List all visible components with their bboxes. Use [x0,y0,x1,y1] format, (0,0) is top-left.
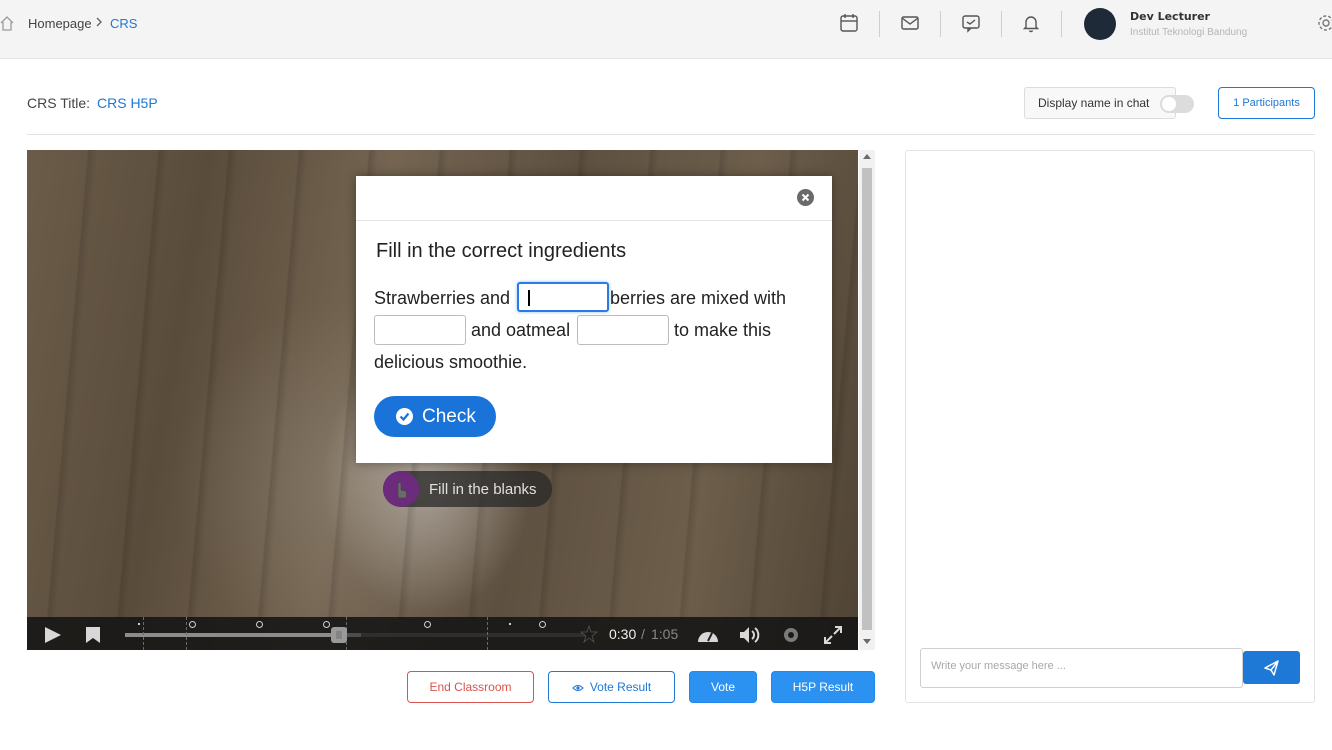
sentence-part: Strawberries and [374,288,511,308]
participants-button[interactable]: 1 Participants [1218,87,1315,119]
send-button[interactable] [1243,651,1300,684]
scroll-thumb[interactable] [862,168,872,630]
end-classroom-label: End Classroom [429,680,512,694]
close-icon[interactable] [797,189,814,206]
chat-placeholder: Write your message here ... [931,660,1066,672]
chat-panel [905,150,1315,703]
dialog-header [356,176,832,221]
h5p-result-button[interactable]: H5P Result [771,671,875,703]
display-name-toggle-box: Display name in chat [1024,87,1194,119]
chat-message-input[interactable]: Write your message here ... [920,648,1243,688]
display-name-toggle[interactable] [1160,95,1194,113]
fullscreen-icon[interactable] [823,625,843,645]
toggle-knob [1162,97,1176,111]
sentence-part: and oatmeal [471,320,571,340]
hand-pointer-icon [397,482,407,499]
blank-input-2[interactable] [374,315,466,345]
settings-icon[interactable] [781,625,801,645]
progress-fill [125,633,339,637]
interaction-marker[interactable] [256,621,263,628]
sentence-part: to make this [674,320,772,340]
divider [27,134,1315,135]
user-organization: Institut Teknologi Bandung [1130,27,1248,38]
display-name-label: Display name in chat [1038,96,1150,110]
end-classroom-button[interactable]: End Classroom [407,671,534,703]
sentence-part: delicious smoothie. [374,352,528,372]
chat-icon[interactable] [960,12,982,34]
vote-button[interactable]: Vote [689,671,757,703]
user-name: Dev Lecturer [1130,10,1210,23]
check-button-label: Check [422,406,476,427]
interaction-marker[interactable] [189,621,196,628]
send-icon [1264,660,1279,676]
interaction-marker[interactable] [424,621,431,628]
star-icon[interactable] [580,625,598,643]
home-icon[interactable] [0,15,14,31]
interaction-marker[interactable] [539,621,546,628]
h5p-result-label: H5P Result [792,680,854,694]
time-separator: / [641,626,645,642]
divider [1001,11,1002,37]
breadcrumb-current[interactable]: CRS [110,16,137,31]
eye-icon [572,684,584,691]
duration: 1:05 [651,626,679,642]
play-icon[interactable] [43,626,63,644]
gear-icon[interactable] [1316,12,1332,34]
interaction-marker[interactable] [509,623,511,625]
top-bar: Homepage CRS Dev Lecturer Institut Tekno… [0,0,1332,59]
scrollbar[interactable] [859,150,875,650]
scroll-down-icon[interactable] [863,639,871,644]
crs-title-value: CRS H5P [97,95,158,111]
scroll-up-icon[interactable] [863,154,871,159]
avatar[interactable] [1084,8,1116,40]
chevron-right-icon [96,17,102,27]
check-button[interactable]: Check [374,396,496,437]
blank-input-3[interactable] [577,315,669,345]
bell-icon[interactable] [1020,12,1042,34]
text-caret [528,290,530,306]
grip-icon [336,631,342,639]
interaction-label: Fill in the blanks [429,481,537,498]
close-glyph [801,193,810,202]
dialog-title: Fill in the correct ingredients [376,240,627,262]
video-controls: 0:30 / 1:05 [27,617,858,650]
vote-result-button[interactable]: Vote Result [548,671,675,703]
divider [940,11,941,37]
playback-speed-icon[interactable] [696,625,720,645]
interaction-bubble[interactable]: Fill in the blanks [383,471,552,507]
mail-icon[interactable] [899,12,921,34]
crs-title-label: CRS Title: [27,95,91,111]
current-time: 0:30 [609,626,637,642]
breadcrumb-home[interactable]: Homepage [28,16,92,31]
bookmark-icon[interactable] [85,626,101,644]
volume-icon[interactable] [738,625,762,645]
calendar-icon[interactable] [838,12,860,34]
interaction-marker[interactable] [323,621,330,628]
progress-handle[interactable] [331,627,347,643]
fill-in-blanks-dialog: Fill in the correct ingredients Strawber… [356,176,832,463]
vote-label: Vote [710,680,736,694]
interaction-marker [143,617,144,650]
vote-result-label: Vote Result [589,680,652,694]
sentence-part: berries are mixed with [610,288,787,308]
interaction-marker[interactable] [138,623,140,625]
divider [1061,11,1062,37]
divider [879,11,880,37]
check-circle-icon [396,408,413,425]
interaction-marker [186,617,187,650]
interaction-marker [487,617,488,650]
interaction-icon [383,471,419,507]
blank-input-1[interactable] [517,282,609,312]
